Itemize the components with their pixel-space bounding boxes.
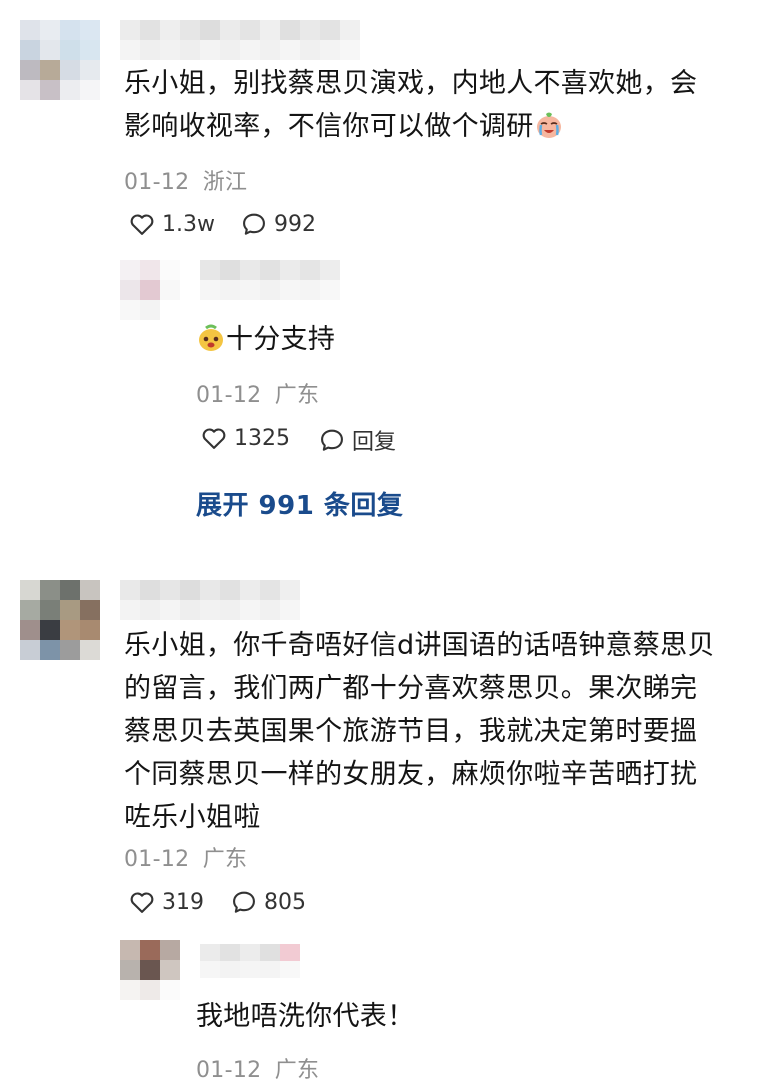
expand-replies-link[interactable]: 展开 991 条回复 (196, 485, 403, 522)
reply-button[interactable]: 回复 (318, 424, 396, 456)
reply-meta: 01-12 广东 (196, 377, 319, 409)
like-count: 1.3w (162, 211, 215, 237)
comment-text-line: 咗乐小姐啦 (124, 802, 261, 833)
comment-text-line: 个同蔡思贝一样的女朋友，麻烦你啦辛苦晒打扰 (124, 759, 698, 790)
heart-outline-icon (130, 214, 154, 235)
heart-outline-icon (130, 892, 154, 913)
like-count: 319 (162, 889, 204, 915)
comment-text-line: 乐小姐，你千奇唔好信d讲国语的话唔钟意蔡思贝 (124, 630, 715, 661)
comment-text: 乐小姐，你千奇唔好信d讲国语的话唔钟意蔡思贝 的留言，我们两广都十分喜欢蔡思贝。… (124, 624, 744, 839)
reply-text-content: 十分支持 (226, 324, 336, 355)
reply-meta: 01-12 广东 (196, 1052, 319, 1084)
username[interactable] (200, 944, 340, 978)
crying-face-emoji (536, 112, 561, 138)
reply-date: 01-12 (196, 383, 262, 408)
like-button[interactable]: 1325 (200, 424, 290, 452)
reply-date: 01-12 (196, 1058, 262, 1083)
comment-text-line: 乐小姐，别找蔡思贝演戏，内地人不喜欢她，会 (124, 68, 698, 99)
comment-text-line: 蔡思贝去英国果个旅游节目，我就决定第时要搵 (124, 716, 698, 747)
username[interactable] (120, 20, 360, 60)
comment-text-line-content: 影响收视率，不信你可以做个调研 (124, 111, 534, 142)
comment-location: 浙江 (202, 170, 248, 195)
avatar[interactable] (120, 260, 180, 320)
comment-meta: 01-12 浙江 (124, 164, 247, 196)
avatar[interactable] (20, 580, 100, 660)
supportive-face-emoji (199, 324, 223, 351)
avatar[interactable] (120, 940, 180, 1000)
speech-bubble-icon (243, 213, 265, 235)
reply-label: 回复 (352, 430, 397, 455)
comment-text-line: 影响收视率，不信你可以做个调研 (124, 105, 744, 148)
comment-meta: 01-12 广东 (124, 841, 247, 873)
comment-date: 01-12 (124, 170, 190, 195)
like-button[interactable]: 319 (128, 888, 204, 916)
comment-location: 广东 (202, 847, 248, 872)
reply-text: 十分支持 (196, 318, 335, 361)
speech-bubble-icon (233, 891, 255, 913)
avatar[interactable] (20, 20, 100, 100)
username[interactable] (200, 260, 340, 300)
like-count: 1325 (234, 425, 290, 451)
reply-count-button[interactable]: 992 (240, 210, 316, 238)
reply-location: 广东 (274, 383, 320, 408)
reply-location: 广东 (274, 1058, 320, 1083)
heart-outline-icon (202, 428, 226, 449)
comment-date: 01-12 (124, 847, 190, 872)
reply-count-button[interactable]: 805 (230, 888, 306, 916)
like-button[interactable]: 1.3w (128, 210, 215, 238)
username[interactable] (120, 580, 300, 620)
reply-count: 992 (274, 211, 316, 237)
reply-text: 我地唔洗你代表！ (196, 1001, 415, 1032)
speech-bubble-icon (321, 429, 343, 451)
comment-text: 乐小姐，别找蔡思贝演戏，内地人不喜欢她，会 影响收视率，不信你可以做个调研 (124, 62, 744, 148)
reply-count: 805 (264, 889, 306, 915)
comment-text-line: 的留言，我们两广都十分喜欢蔡思贝。果次睇完 (124, 673, 698, 704)
